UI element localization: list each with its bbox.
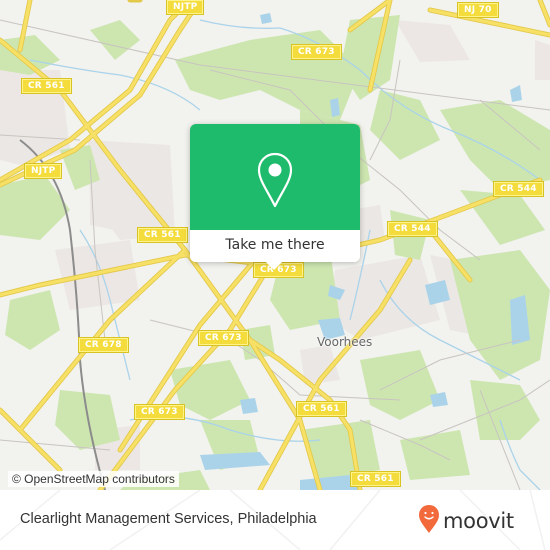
road-label: CR 561 xyxy=(21,78,72,94)
moovit-wordmark: moovit xyxy=(443,509,514,533)
map-attribution[interactable]: © OpenStreetMap contributors xyxy=(8,471,179,487)
road-label: CR 544 xyxy=(387,221,438,237)
road-label: CR 678 xyxy=(78,337,129,353)
moovit-pin-icon xyxy=(418,504,440,538)
take-me-there-button[interactable]: Take me there xyxy=(190,230,360,262)
popup-header[interactable] xyxy=(190,124,360,230)
location-pin-icon xyxy=(257,152,293,212)
road-label: NJTP xyxy=(165,0,205,15)
moovit-logo[interactable]: moovit xyxy=(418,504,514,538)
road-label: CR 673 xyxy=(291,44,342,60)
road-label: NJTP xyxy=(23,163,63,179)
popup-pointer xyxy=(266,262,282,270)
road-label: CR 673 xyxy=(198,330,249,346)
place-label-voorhees: Voorhees xyxy=(317,335,373,349)
road-label: CR 561 xyxy=(137,227,188,243)
destination-popup[interactable]: Take me there xyxy=(190,124,360,270)
road-label: CR 561 xyxy=(350,471,401,487)
map-view[interactable]: NJTP NJ 70 CR 673 CR 561 NJTP CR 544 CR … xyxy=(0,0,550,490)
road-label: CR 561 xyxy=(296,401,347,417)
road-label: CR 673 xyxy=(134,404,185,420)
attribution-text: © OpenStreetMap contributors xyxy=(12,472,175,486)
location-title: Clearlight Management Services, Philadel… xyxy=(20,511,317,527)
road-label: CR 544 xyxy=(493,181,544,197)
footer-bar: Clearlight Management Services, Philadel… xyxy=(0,490,550,550)
road-label: NJ 70 xyxy=(457,2,499,18)
